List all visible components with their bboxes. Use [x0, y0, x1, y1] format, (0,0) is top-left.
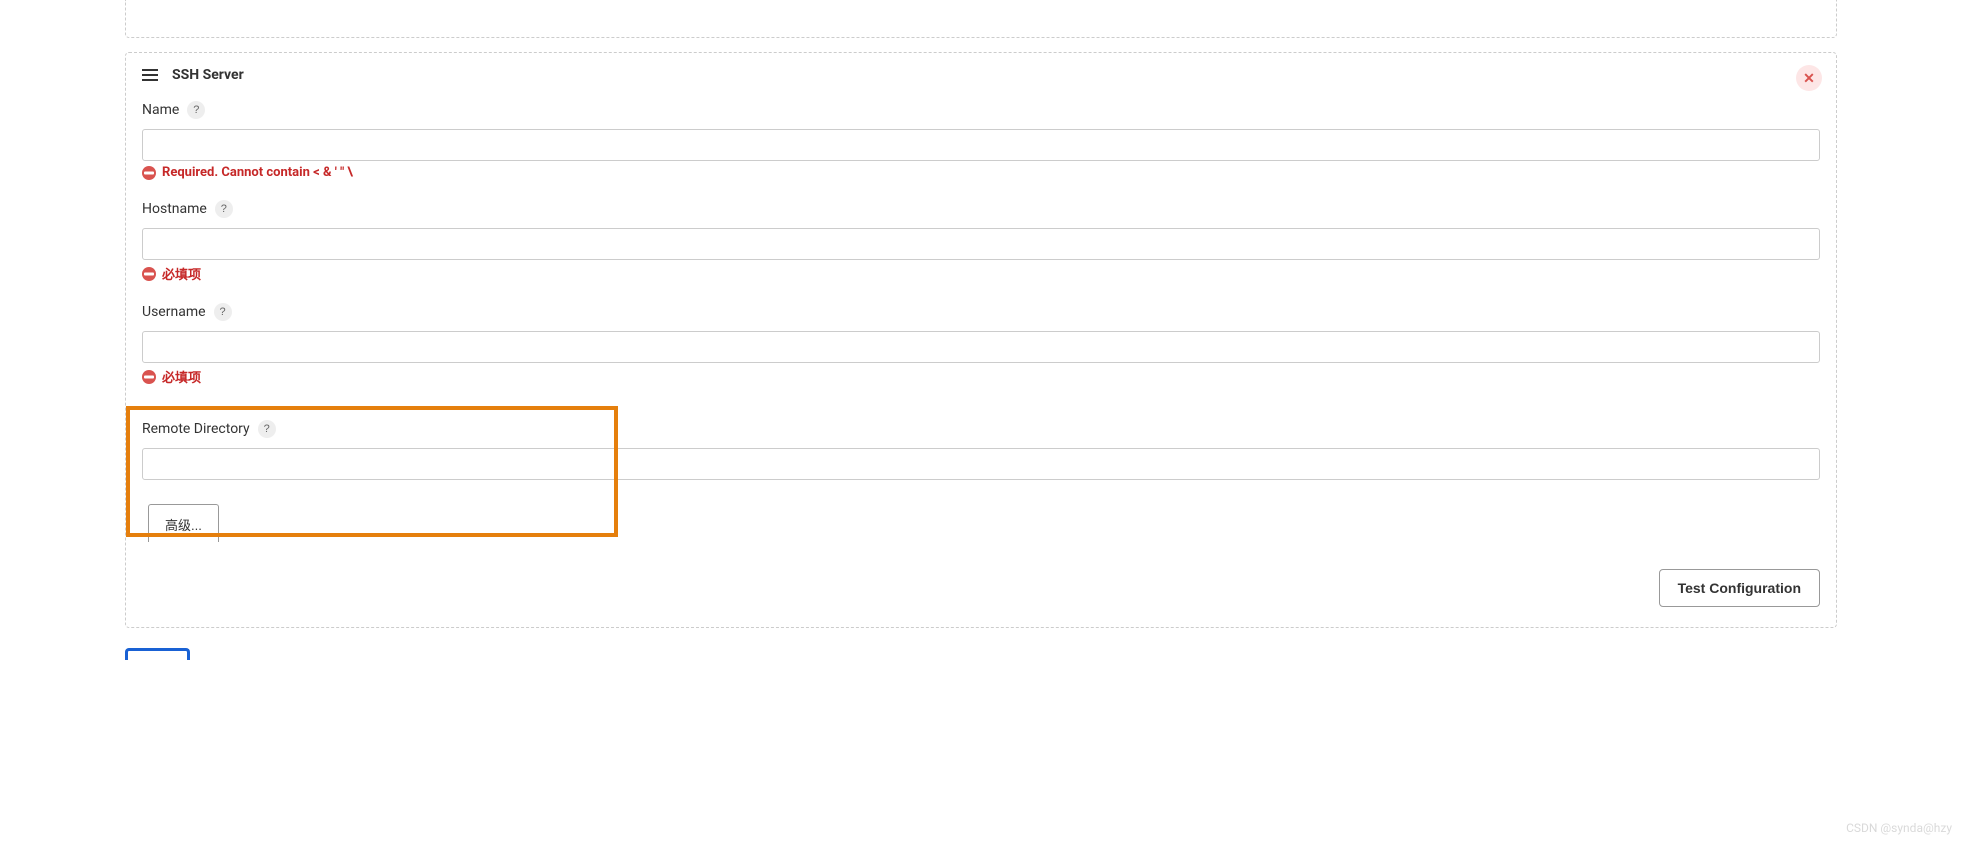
focused-button-partial[interactable] — [125, 648, 190, 660]
hostname-label: Hostname — [142, 201, 207, 217]
no-entry-icon — [142, 166, 156, 180]
name-input[interactable] — [142, 129, 1820, 161]
help-icon[interactable]: ? — [258, 420, 276, 438]
remote-directory-field-group: Remote Directory ? — [142, 406, 1820, 480]
hostname-field-group: Hostname ? 必填项 — [142, 200, 1820, 283]
watermark: CSDN @synda@hzy — [1846, 821, 1952, 835]
no-entry-icon — [142, 370, 156, 384]
hostname-input[interactable] — [142, 228, 1820, 260]
help-icon[interactable]: ? — [214, 303, 232, 321]
close-icon: ✕ — [1803, 70, 1815, 87]
username-error: 必填项 — [142, 367, 1820, 386]
help-icon[interactable]: ? — [187, 101, 205, 119]
footer-row: Test Configuration — [142, 569, 1820, 607]
drag-handle-icon[interactable] — [142, 69, 158, 81]
name-label: Name — [142, 102, 179, 118]
hostname-error: 必填项 — [142, 264, 1820, 283]
previous-section-bottom — [125, 0, 1837, 38]
test-configuration-button[interactable]: Test Configuration — [1659, 569, 1820, 607]
close-button[interactable]: ✕ — [1796, 65, 1822, 91]
advanced-button[interactable]: 高级... — [148, 504, 219, 542]
name-error: Required. Cannot contain < & ' " \ — [142, 165, 1820, 180]
section-header: SSH Server — [142, 67, 1820, 83]
remote-directory-input[interactable] — [142, 448, 1820, 480]
ssh-server-section: SSH Server ✕ Name ? Required. Cannot con… — [125, 52, 1837, 628]
help-icon[interactable]: ? — [215, 200, 233, 218]
name-field-group: Name ? Required. Cannot contain < & ' " … — [142, 101, 1820, 180]
username-error-text: 必填项 — [162, 367, 201, 386]
no-entry-icon — [142, 267, 156, 281]
username-input[interactable] — [142, 331, 1820, 363]
username-label: Username — [142, 304, 206, 320]
username-field-group: Username ? 必填项 — [142, 303, 1820, 386]
hostname-error-text: 必填项 — [162, 264, 201, 283]
name-error-text: Required. Cannot contain < & ' " \ — [162, 165, 353, 180]
remote-directory-label: Remote Directory — [142, 421, 250, 437]
section-title: SSH Server — [172, 67, 244, 83]
